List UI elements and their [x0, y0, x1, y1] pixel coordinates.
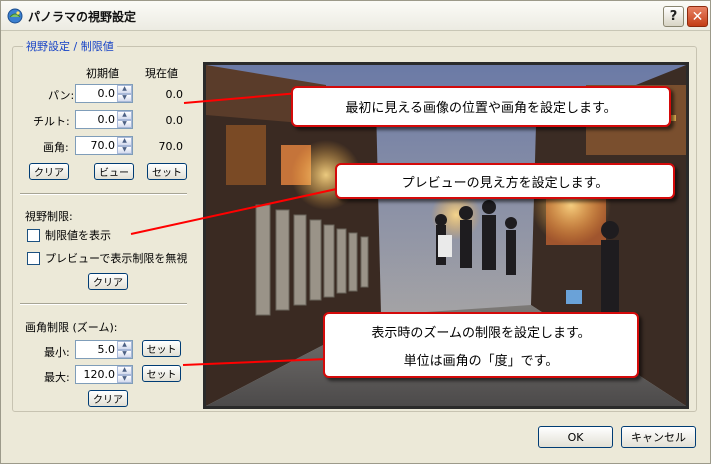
callout-zoom-limit-text-2: 単位は画角の「度」です。: [403, 353, 559, 369]
callout-preview-text: プレビューの見え方を設定します。: [401, 175, 609, 191]
callout-initial-view: 最初に見える画像の位置や画角を設定します。: [291, 86, 671, 127]
callout-initial-view-text: 最初に見える画像の位置や画角を設定します。: [345, 101, 617, 116]
callout-zoom-limit-text-1: 表示時のズームの制限を設定します。: [371, 325, 591, 341]
ok-button[interactable]: OK: [538, 426, 613, 448]
pointer-line-middle: [130, 187, 342, 235]
pointer-line-top: [183, 92, 300, 104]
cancel-button[interactable]: キャンセル: [621, 426, 696, 448]
pointer-line-bottom: [182, 358, 328, 366]
dialog-window: パノラマの視野設定 ? ✕ 視野設定 / 制限値 初期値 現在値 パン: ▲▼ …: [0, 0, 711, 464]
callout-preview: プレビューの見え方を設定します。: [335, 163, 675, 199]
callout-zoom-limit: 表示時のズームの制限を設定します。 単位は画角の「度」です。: [323, 312, 639, 378]
callout-pointers: [130, 92, 342, 366]
